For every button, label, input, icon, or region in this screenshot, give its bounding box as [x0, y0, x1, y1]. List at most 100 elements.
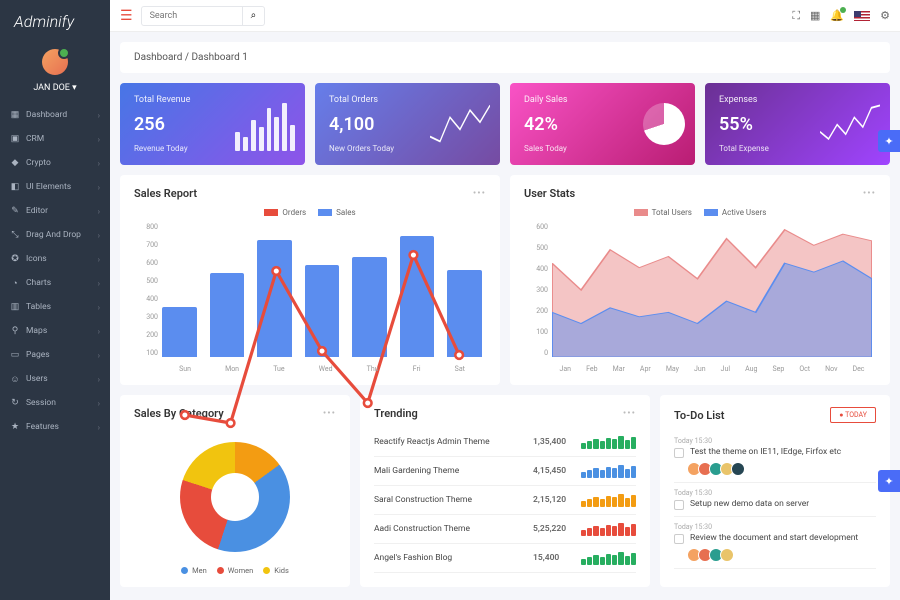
chevron-right-icon: ›	[98, 183, 100, 192]
nav-item[interactable]: ◔ Charts ›	[0, 271, 110, 295]
nav-item[interactable]: ▥ Tables ›	[0, 295, 110, 319]
chevron-right-icon: ›	[98, 399, 100, 408]
stat-card[interactable]: Expenses 55% Total Expense	[705, 83, 890, 165]
trending-value: 4,15,450	[533, 466, 581, 476]
nav-item[interactable]: ☺ Users ›	[0, 367, 110, 391]
fab-button[interactable]: ✦	[878, 130, 900, 152]
language-flag[interactable]	[854, 11, 870, 21]
nav-icon: ✎	[10, 206, 20, 216]
nav-icon: ◔	[10, 278, 20, 288]
legend-item: Women	[217, 566, 254, 575]
trending-item[interactable]: Aadi Construction Theme 5,25,220	[374, 515, 636, 544]
nav-label: UI Elements	[26, 182, 71, 192]
nav-label: Editor	[26, 206, 48, 216]
search-input[interactable]	[142, 11, 242, 21]
trending-value: 1,35,400	[533, 437, 581, 447]
nav-item[interactable]: ★ Features ›	[0, 415, 110, 439]
apps-icon[interactable]: ▦	[810, 9, 820, 22]
checkbox[interactable]	[674, 500, 684, 510]
menu-toggle-icon[interactable]: ☰	[120, 8, 133, 24]
stat-card[interactable]: Daily Sales 42% Sales Today	[510, 83, 695, 165]
nav-icon: ▣	[10, 134, 20, 144]
nav-item[interactable]: ▭ Pages ›	[0, 343, 110, 367]
bar	[352, 257, 387, 358]
chevron-right-icon: ›	[98, 423, 100, 432]
nav-item[interactable]: ▦ Dashboard ›	[0, 103, 110, 127]
trending-name: Aadi Construction Theme	[374, 524, 533, 534]
panel-menu-icon[interactable]: •••	[323, 408, 336, 419]
nav-item[interactable]: ▣ CRM ›	[0, 127, 110, 151]
sparkline	[581, 435, 636, 449]
nav-icon: ↻	[10, 398, 20, 408]
user-profile[interactable]: JAN DOE ▾	[0, 43, 110, 103]
chevron-right-icon: ›	[98, 327, 100, 336]
trending-value: 15,400	[533, 553, 581, 563]
sales-by-category-panel: Sales By Category ••• MenWomenKids	[120, 395, 350, 587]
chevron-right-icon: ›	[98, 159, 100, 168]
nav-icon: ★	[10, 422, 20, 432]
nav-item[interactable]: ◧ UI Elements ›	[0, 175, 110, 199]
trending-name: Reactify Reactjs Admin Theme	[374, 437, 533, 447]
nav-icon: ⤡	[10, 230, 20, 240]
trending-item[interactable]: Mali Gardening Theme 4,15,450	[374, 457, 636, 486]
bar	[162, 307, 197, 357]
chevron-right-icon: ›	[98, 351, 100, 360]
user-stats-chart: 6005004003002001000 JanFebMarAprMayJunJu…	[524, 223, 876, 373]
chevron-right-icon: ›	[98, 135, 100, 144]
donut-chart	[180, 442, 290, 552]
settings-icon[interactable]: ⚙	[880, 9, 890, 22]
trending-item[interactable]: Angel's Fashion Blog 15,400	[374, 544, 636, 573]
chevron-right-icon: ›	[98, 231, 100, 240]
avatar	[42, 49, 68, 75]
user-stats-panel: User Stats ••• Total UsersActive Users 6…	[510, 175, 890, 385]
nav-item[interactable]: ✪ Icons ›	[0, 247, 110, 271]
panel-menu-icon[interactable]: •••	[473, 188, 486, 199]
breadcrumb: Dashboard / Dashboard 1	[120, 42, 890, 73]
todo-panel: To-Do List ● TODAY Today 15:30 Test the …	[660, 395, 890, 587]
search-button[interactable]: ⌕	[242, 7, 265, 25]
todo-text: Setup new demo data on server	[690, 499, 809, 510]
trending-item[interactable]: Reactify Reactjs Admin Theme 1,35,400	[374, 428, 636, 457]
sparkline	[581, 464, 636, 478]
chevron-right-icon: ›	[98, 111, 100, 120]
checkbox[interactable]	[674, 448, 684, 458]
nav-label: Charts	[26, 278, 51, 288]
nav-label: Session	[26, 398, 56, 408]
nav-item[interactable]: ↻ Session ›	[0, 391, 110, 415]
nav-item[interactable]: ✎ Editor ›	[0, 199, 110, 223]
checkbox[interactable]	[674, 534, 684, 544]
sparkline	[581, 551, 636, 565]
chevron-right-icon: ›	[98, 375, 100, 384]
todo-text: Review the document and start developmen…	[690, 533, 858, 544]
sales-report-panel: Sales Report ••• OrdersSales 80070060050…	[120, 175, 500, 385]
sparkline	[581, 493, 636, 507]
stat-card[interactable]: Total Orders 4,100 New Orders Today	[315, 83, 500, 165]
nav-item[interactable]: ⤡ Drag And Drop ›	[0, 223, 110, 247]
panel-menu-icon[interactable]: •••	[863, 188, 876, 199]
nav-icon: ▭	[10, 350, 20, 360]
topbar: ☰ ⌕ ⛶ ▦ 🔔 ⚙	[110, 0, 900, 32]
nav-item[interactable]: ⚲ Maps ›	[0, 319, 110, 343]
nav-label: Drag And Drop	[26, 230, 81, 240]
stat-card[interactable]: Total Revenue 256 Revenue Today	[120, 83, 305, 165]
panel-title: User Stats	[524, 187, 575, 200]
nav-label: Crypto	[26, 158, 51, 168]
nav-label: Pages	[26, 350, 50, 360]
nav-icon: ⚲	[10, 326, 20, 336]
fullscreen-icon[interactable]: ⛶	[792, 9, 800, 23]
notifications-icon[interactable]: 🔔	[830, 9, 844, 22]
nav-item[interactable]: ◆ Crypto ›	[0, 151, 110, 175]
legend-item: Kids	[263, 566, 289, 575]
legend-item: Men	[181, 566, 207, 575]
chevron-right-icon: ›	[98, 207, 100, 216]
panel-menu-icon[interactable]: •••	[623, 408, 636, 419]
panel-title: To-Do List	[674, 409, 724, 422]
stat-sparkline	[235, 103, 295, 151]
trending-panel: Trending ••• Reactify Reactjs Admin Them…	[360, 395, 650, 587]
todo-time: Today 15:30	[674, 437, 876, 445]
fab-button[interactable]: ✦	[878, 470, 900, 492]
chevron-right-icon: ›	[98, 303, 100, 312]
today-button[interactable]: ● TODAY	[830, 407, 876, 423]
trending-name: Angel's Fashion Blog	[374, 553, 533, 563]
trending-item[interactable]: Saral Construction Theme 2,15,120	[374, 486, 636, 515]
